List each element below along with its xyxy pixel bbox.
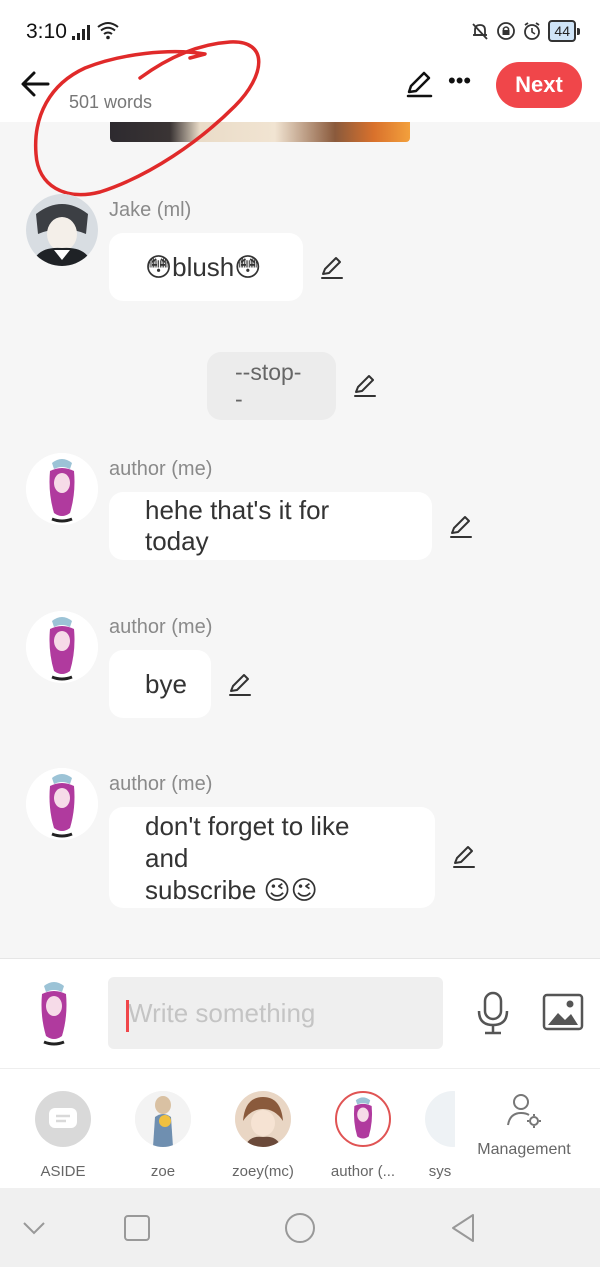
avatar-author[interactable]: [26, 611, 98, 683]
chapter-cover-image: [110, 122, 410, 142]
alarm-icon: [524, 22, 541, 40]
sender-name: author (me): [109, 773, 213, 795]
role-zoey-mc[interactable]: zoey(mc): [213, 1091, 313, 1180]
message-bubble[interactable]: don't forget to like and subscribe 😉😉: [109, 807, 435, 908]
system-navigation-bar: [0, 1188, 600, 1267]
sys-avatar: [425, 1091, 455, 1147]
message-text: 😳blush😳: [145, 251, 262, 282]
message-text-line: don't forget to like and: [145, 810, 350, 873]
image-icon[interactable]: [542, 993, 584, 1031]
author-avatar: [335, 1091, 391, 1147]
more-options-button[interactable]: •••: [448, 68, 471, 94]
status-time: 3:10: [26, 20, 67, 43]
editor-header: 501 words ••• Next: [0, 62, 600, 122]
message-bubble[interactable]: bye: [109, 650, 211, 718]
role-label: zoey(mc): [232, 1163, 294, 1180]
avatar-author[interactable]: [26, 768, 98, 840]
system-message-bubble[interactable]: --stop--: [207, 352, 336, 420]
role-author[interactable]: author (...: [313, 1091, 413, 1180]
message-input[interactable]: [108, 977, 443, 1049]
message-text: bye: [145, 668, 187, 699]
back-arrow-icon[interactable]: [18, 66, 54, 102]
role-label: Management: [477, 1141, 571, 1158]
edit-pencil-icon[interactable]: [318, 254, 346, 282]
collapse-chevron-icon[interactable]: [22, 1220, 46, 1236]
battery-indicator: 44: [548, 20, 580, 42]
message-bubble[interactable]: 😳blush😳: [109, 233, 303, 301]
role-selector-bar: ASIDE zoe zoey(mc) author (... sys Manag…: [0, 1068, 600, 1188]
message-text-line: subscribe 😉😉: [145, 874, 318, 905]
management-button[interactable]: Management: [474, 1091, 574, 1159]
user-settings-icon: [507, 1094, 541, 1128]
sender-name: author (me): [109, 616, 213, 638]
word-count: 501 words: [69, 92, 153, 112]
edit-pencil-icon[interactable]: [447, 513, 475, 541]
edit-pencil-icon[interactable]: [226, 671, 254, 699]
recent-apps-icon[interactable]: [123, 1214, 151, 1242]
avatar-jake[interactable]: [26, 194, 98, 266]
role-label: ASIDE: [40, 1163, 86, 1180]
role-aside[interactable]: ASIDE: [13, 1091, 113, 1180]
chat-bubble-icon: [49, 1108, 77, 1128]
edit-pencil-icon[interactable]: [450, 843, 478, 871]
current-role-avatar[interactable]: [18, 976, 90, 1048]
back-triangle-icon[interactable]: [449, 1213, 477, 1243]
mute-bell-icon: [472, 23, 489, 40]
status-bar: 3:10 44: [0, 0, 600, 62]
edit-pencil-icon[interactable]: [403, 68, 435, 100]
message-text: hehe that's it for today: [145, 495, 330, 556]
text-cursor: [126, 1000, 129, 1032]
sender-name: Jake (ml): [109, 199, 192, 221]
lock-circle-icon: [497, 22, 516, 40]
microphone-icon[interactable]: [473, 989, 513, 1037]
aside-avatar: [35, 1091, 91, 1147]
zoey-avatar: [235, 1091, 291, 1147]
message-text: --stop--: [235, 359, 302, 412]
role-label: author (...: [330, 1163, 396, 1180]
role-zoe[interactable]: zoe: [113, 1091, 213, 1180]
next-button[interactable]: Next: [496, 62, 582, 108]
sender-name: author (me): [109, 458, 213, 480]
status-icons: 44: [470, 20, 580, 42]
signal-icon: [72, 24, 90, 40]
message-bubble[interactable]: hehe that's it for today: [109, 492, 432, 560]
edit-pencil-icon[interactable]: [351, 372, 379, 400]
home-icon[interactable]: [284, 1212, 316, 1244]
role-sys[interactable]: sys: [425, 1091, 455, 1180]
avatar-author[interactable]: [26, 453, 98, 525]
zoe-avatar: [135, 1091, 191, 1147]
role-label: sys: [428, 1163, 452, 1180]
role-label: zoe: [150, 1163, 176, 1180]
message-composer: [0, 958, 600, 1068]
wifi-icon: [97, 22, 119, 40]
